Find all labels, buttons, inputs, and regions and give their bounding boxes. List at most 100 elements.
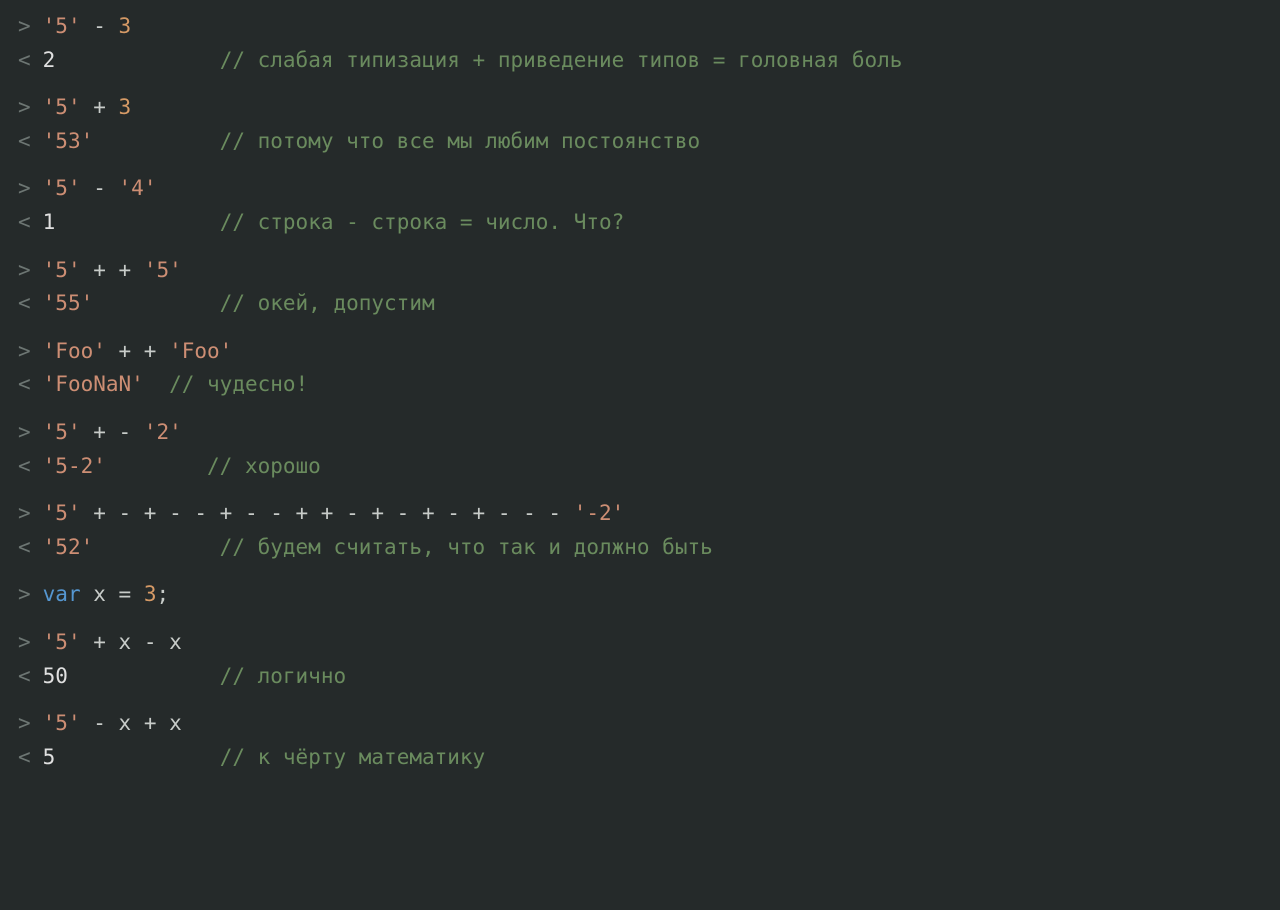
code: '5' + x - x (43, 626, 182, 660)
token-num: 3 (144, 582, 157, 606)
token-str: '4' (119, 176, 157, 200)
token-str: '-2' (574, 501, 625, 525)
token-num: 3 (119, 14, 132, 38)
chevron-right-icon: > (18, 254, 31, 288)
input-line: > 'Foo' + + 'Foo' (18, 335, 1268, 369)
token-id: x (119, 630, 132, 654)
token-id: x (93, 582, 106, 606)
code: '52' (43, 531, 94, 565)
chevron-right-icon: > (18, 91, 31, 125)
input-line: > var x = 3; (18, 578, 1268, 612)
code: 1 (43, 206, 56, 240)
chevron-right-icon: > (18, 626, 31, 660)
chevron-right-icon: > (18, 497, 31, 531)
input-line: > '5' - x + x (18, 707, 1268, 741)
chevron-right-icon: > (18, 172, 31, 206)
token-str: '2' (144, 420, 182, 444)
code: '5' - x + x (43, 707, 182, 741)
token-op: + + (106, 339, 169, 363)
comment: // логично (220, 660, 346, 694)
code: '5' + - + - - + - - + + - + - + - + - - … (43, 497, 625, 531)
output-line: < '55' // окей, допустим (18, 287, 1268, 321)
chevron-left-icon: < (18, 741, 31, 775)
token-white: 50 (43, 664, 68, 688)
token-id: x (169, 630, 182, 654)
token-str: '52' (43, 535, 94, 559)
token-str: '5' (43, 420, 81, 444)
console-group: >'5' - 3<2 // слабая типизация + приведе… (18, 10, 1268, 77)
input-line: > '5' - '4' (18, 172, 1268, 206)
console-group: >'5' - x + x<5 // к чёрту математику (18, 707, 1268, 774)
token-op (81, 582, 94, 606)
output-line: <50 // логично (18, 660, 1268, 694)
token-op: - (81, 176, 119, 200)
chevron-left-icon: < (18, 287, 31, 321)
token-op: + + (81, 258, 144, 282)
code: '5-2' (43, 450, 106, 484)
code: '5' - 3 (43, 10, 132, 44)
code: var x = 3; (43, 578, 170, 612)
output-line: <2 // слабая типизация + приведение типо… (18, 44, 1268, 78)
code: '5' - '4' (43, 172, 157, 206)
input-line: > '5' + 3 (18, 91, 1268, 125)
chevron-left-icon: < (18, 206, 31, 240)
chevron-left-icon: < (18, 450, 31, 484)
token-str: '5' (43, 711, 81, 735)
token-str: '5' (43, 630, 81, 654)
output-line: <5 // к чёрту математику (18, 741, 1268, 775)
chevron-right-icon: > (18, 578, 31, 612)
chevron-right-icon: > (18, 335, 31, 369)
token-str: '5' (43, 14, 81, 38)
code: '55' (43, 287, 94, 321)
token-kw: var (43, 582, 81, 606)
chevron-left-icon: < (18, 531, 31, 565)
chevron-right-icon: > (18, 707, 31, 741)
chevron-left-icon: < (18, 368, 31, 402)
token-str: '5' (144, 258, 182, 282)
token-op: = (106, 582, 144, 606)
console-group: > '5' + 3 < '53' // потому что все мы любим… (18, 91, 1268, 158)
comment: // хорошо (207, 450, 321, 484)
token-str: '5' (43, 176, 81, 200)
code: 50 (43, 660, 68, 694)
output-line: < 'FooNaN' // чудесно! (18, 368, 1268, 402)
code: 2 (43, 44, 56, 78)
chevron-left-icon: < (18, 125, 31, 159)
token-op: + (81, 630, 119, 654)
comment: // потому что все мы любим постоянство (220, 125, 700, 159)
chevron-right-icon: > (18, 10, 31, 44)
comment: // слабая типизация + приведение типов =… (220, 44, 903, 78)
code: 'Foo' + + 'Foo' (43, 335, 233, 369)
token-id: x (119, 711, 132, 735)
comment: // к чёрту математику (220, 741, 486, 775)
token-str: 'FooNaN' (43, 372, 144, 396)
token-op: + - + - - + - - + + - + - + - + - - - (81, 501, 574, 525)
comment: // чудесно! (169, 368, 308, 402)
token-op: + (131, 711, 169, 735)
token-op: - (81, 711, 119, 735)
token-str: 'Foo' (169, 339, 232, 363)
token-num: 3 (119, 95, 132, 119)
token-op: + (81, 95, 119, 119)
token-str: '53' (43, 129, 94, 153)
token-str: '5' (43, 258, 81, 282)
comment: // окей, допустим (220, 287, 435, 321)
output-line: < '53' // потому что все мы любим постоян… (18, 125, 1268, 159)
comment: // строка - строка = число. Что? (220, 206, 625, 240)
input-line: > '5' + + '5' (18, 254, 1268, 288)
code: '5' + 3 (43, 91, 132, 125)
chevron-left-icon: < (18, 44, 31, 78)
console-group: > var x = 3; (18, 578, 1268, 612)
console-group: > 'Foo' + + 'Foo' < 'FooNaN' // чудесно! (18, 335, 1268, 402)
code: '5' + + '5' (43, 254, 182, 288)
console-output: >'5' - 3<2 // слабая типизация + приведе… (0, 0, 1280, 784)
input-line: > '5' + x - x (18, 626, 1268, 660)
code: 5 (43, 741, 56, 775)
console-group: > '5' - '4' <1 // строка - строка = число.… (18, 172, 1268, 239)
token-white: 1 (43, 210, 56, 234)
chevron-left-icon: < (18, 660, 31, 694)
code: '53' (43, 125, 94, 159)
token-semi: ; (157, 582, 170, 606)
token-white: 5 (43, 745, 56, 769)
console-group: > '5' + - + - - + - - + + - + - + - + - -… (18, 497, 1268, 564)
